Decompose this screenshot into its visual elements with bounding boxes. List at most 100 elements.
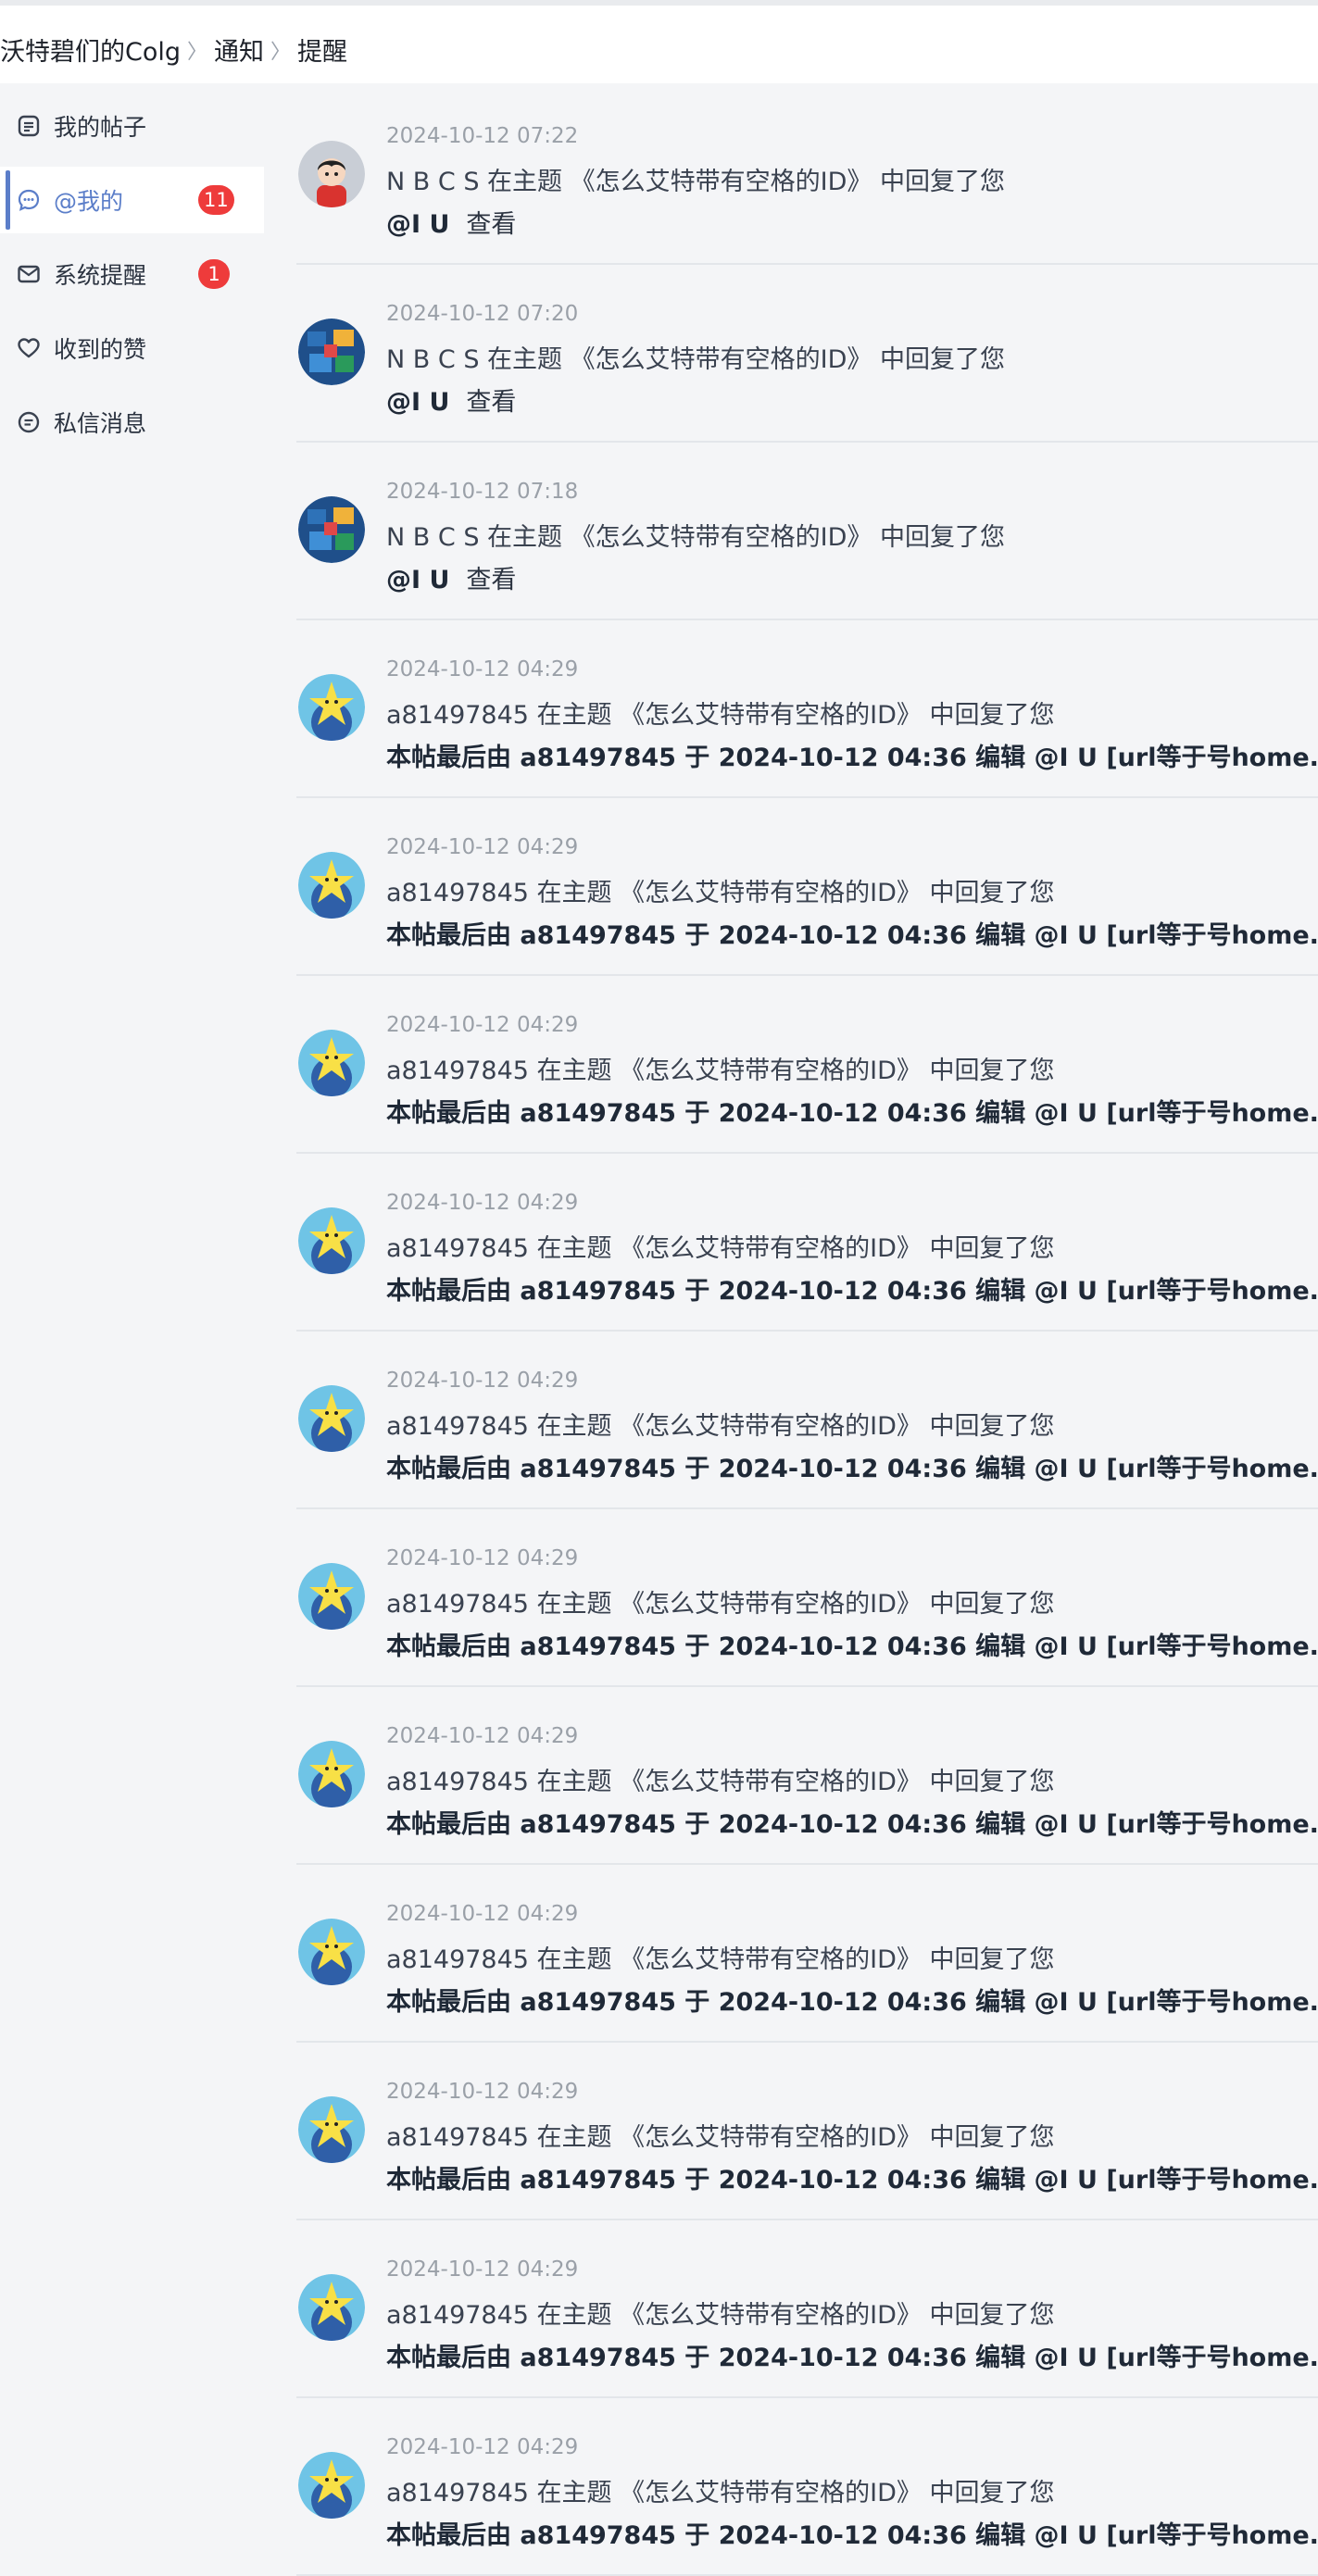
- notification-time: 2024-10-12 04:29: [386, 2080, 579, 2104]
- user-avatar[interactable]: [298, 674, 365, 741]
- notification-text[interactable]: a81497845 在主题 《怎么艾特带有空格的ID》 中回复了您: [386, 1228, 1054, 1264]
- sidebar-item-label: @我的: [54, 188, 124, 215]
- sidebar-item-label: 收到的赞: [54, 336, 147, 363]
- notification-time: 2024-10-12 07:20: [386, 302, 579, 326]
- notification-quote: 本帖最后由 a81497845 于 2024-10-12 04:36 编辑 @I…: [386, 921, 1318, 950]
- notification-item[interactable]: 2024-10-12 04:29 a81497845 在主题 《怎么艾特带有空格…: [296, 1332, 1318, 1509]
- notification-content: 本帖最后由 a81497845 于 2024-10-12 04:36 编辑 @I…: [386, 2337, 1318, 2373]
- notification-time: 2024-10-12 04:29: [386, 1369, 579, 1393]
- unread-count-badge: 11: [198, 185, 234, 215]
- notification-item[interactable]: 2024-10-12 07:20 N B C S 在主题 《怎么艾特带有空格的I…: [296, 265, 1318, 443]
- user-avatar[interactable]: [298, 1741, 365, 1807]
- notification-time: 2024-10-12 04:29: [386, 1191, 579, 1215]
- user-avatar[interactable]: [298, 1385, 365, 1452]
- sidebar-item-label: 我的帖子: [54, 114, 147, 141]
- notification-item[interactable]: 2024-10-12 07:22 N B C S 在主题 《怎么艾特带有空格的I…: [296, 87, 1318, 265]
- notification-item[interactable]: 2024-10-12 04:29 a81497845 在主题 《怎么艾特带有空格…: [296, 1509, 1318, 1687]
- message-icon: [18, 411, 40, 433]
- notification-quote: 本帖最后由 a81497845 于 2024-10-12 04:36 编辑 @I…: [386, 1810, 1318, 1839]
- notification-content: @I U 查看: [386, 204, 516, 240]
- sidebar-item-label: 私信消息: [54, 410, 147, 437]
- sidebar-item-system-notices[interactable]: 系统提醒 1: [0, 241, 264, 307]
- notification-item[interactable]: 2024-10-12 04:29 a81497845 在主题 《怎么艾特带有空格…: [296, 1687, 1318, 1865]
- user-avatar[interactable]: [298, 2274, 365, 2341]
- notification-item[interactable]: 2024-10-12 04:29 a81497845 在主题 《怎么艾特带有空格…: [296, 1154, 1318, 1332]
- notification-content: 本帖最后由 a81497845 于 2024-10-12 04:36 编辑 @I…: [386, 1626, 1318, 1662]
- notification-item[interactable]: 2024-10-12 04:29 a81497845 在主题 《怎么艾特带有空格…: [296, 620, 1318, 798]
- notification-quote: 本帖最后由 a81497845 于 2024-10-12 04:36 编辑 @I…: [386, 1455, 1318, 1483]
- notification-text[interactable]: N B C S 在主题 《怎么艾特带有空格的ID》 中回复了您: [386, 517, 1005, 553]
- notification-quote: @I U: [386, 388, 450, 417]
- user-avatar[interactable]: [298, 852, 365, 919]
- notification-quote: 本帖最后由 a81497845 于 2024-10-12 04:36 编辑 @I…: [386, 2344, 1318, 2372]
- notification-text[interactable]: a81497845 在主题 《怎么艾特带有空格的ID》 中回复了您: [386, 2117, 1054, 2153]
- notification-text[interactable]: N B C S 在主题 《怎么艾特带有空格的ID》 中回复了您: [386, 161, 1005, 197]
- notification-item[interactable]: 2024-10-12 04:29 a81497845 在主题 《怎么艾特带有空格…: [296, 798, 1318, 976]
- notification-time: 2024-10-12 04:29: [386, 1902, 579, 1926]
- notification-content: 本帖最后由 a81497845 于 2024-10-12 04:36 编辑 @I…: [386, 1270, 1318, 1307]
- notification-item[interactable]: 2024-10-12 04:29 a81497845 在主题 《怎么艾特带有空格…: [296, 1865, 1318, 2043]
- notification-text[interactable]: a81497845 在主题 《怎么艾特带有空格的ID》 中回复了您: [386, 1050, 1054, 1086]
- notification-quote: @I U: [386, 566, 450, 594]
- notification-text[interactable]: a81497845 在主题 《怎么艾特带有空格的ID》 中回复了您: [386, 1761, 1054, 1797]
- notification-quote: 本帖最后由 a81497845 于 2024-10-12 04:36 编辑 @I…: [386, 2521, 1318, 2550]
- notification-content: 本帖最后由 a81497845 于 2024-10-12 04:36 编辑 @I…: [386, 1804, 1318, 1840]
- user-avatar[interactable]: [298, 2096, 365, 2163]
- user-avatar[interactable]: [298, 2452, 365, 2519]
- sidebar-item-label: 系统提醒: [54, 262, 147, 289]
- breadcrumb: 沃特碧们的Colg 〉 通知 〉 提醒: [0, 31, 347, 68]
- document-icon: [18, 115, 40, 137]
- notification-text[interactable]: a81497845 在主题 《怎么艾特带有空格的ID》 中回复了您: [386, 872, 1054, 908]
- notification-item[interactable]: 2024-10-12 07:18 N B C S 在主题 《怎么艾特带有空格的I…: [296, 443, 1318, 620]
- notification-quote: 本帖最后由 a81497845 于 2024-10-12 04:36 编辑 @I…: [386, 2166, 1318, 2195]
- notification-time: 2024-10-12 04:29: [386, 1013, 579, 1037]
- user-avatar[interactable]: [298, 319, 365, 385]
- at-chat-icon: [18, 189, 40, 211]
- notification-item[interactable]: 2024-10-12 04:29 a81497845 在主题 《怎么艾特带有空格…: [296, 2043, 1318, 2220]
- breadcrumb-forum-link[interactable]: 沃特碧们的Colg: [0, 31, 181, 68]
- notification-quote: 本帖最后由 a81497845 于 2024-10-12 04:36 编辑 @I…: [386, 1988, 1318, 2017]
- notification-quote: 本帖最后由 a81497845 于 2024-10-12 04:36 编辑 @I…: [386, 1632, 1318, 1661]
- user-avatar[interactable]: [298, 496, 365, 563]
- breadcrumb-section-link[interactable]: 通知: [214, 31, 264, 68]
- sidebar-item-at-me[interactable]: @我的 11: [0, 167, 264, 233]
- notification-quote: 本帖最后由 a81497845 于 2024-10-12 04:36 编辑 @I…: [386, 1277, 1318, 1306]
- notification-content: 本帖最后由 a81497845 于 2024-10-12 04:36 编辑 @I…: [386, 2515, 1318, 2551]
- notification-item[interactable]: 2024-10-12 04:29 a81497845 在主题 《怎么艾特带有空格…: [296, 976, 1318, 1154]
- view-link[interactable]: 查看: [466, 388, 516, 417]
- unread-count-badge: 1: [198, 259, 230, 289]
- notification-text[interactable]: a81497845 在主题 《怎么艾特带有空格的ID》 中回复了您: [386, 1583, 1054, 1619]
- notification-text[interactable]: a81497845 在主题 《怎么艾特带有空格的ID》 中回复了您: [386, 1939, 1054, 1975]
- notification-time: 2024-10-12 04:29: [386, 2257, 579, 2282]
- notification-content: 本帖最后由 a81497845 于 2024-10-12 04:36 编辑 @I…: [386, 915, 1318, 951]
- user-avatar[interactable]: [298, 1563, 365, 1630]
- notification-list: 2024-10-12 07:22 N B C S 在主题 《怎么艾特带有空格的I…: [296, 87, 1318, 2576]
- notification-time: 2024-10-12 04:29: [386, 2435, 579, 2459]
- view-link[interactable]: 查看: [466, 210, 516, 239]
- notification-content: 本帖最后由 a81497845 于 2024-10-12 04:36 编辑 @I…: [386, 2159, 1318, 2195]
- notification-content: @I U 查看: [386, 559, 516, 595]
- notification-item[interactable]: 2024-10-12 04:29 a81497845 在主题 《怎么艾特带有空格…: [296, 2398, 1318, 2576]
- notification-time: 2024-10-12 04:29: [386, 835, 579, 859]
- notification-text[interactable]: a81497845 在主题 《怎么艾特带有空格的ID》 中回复了您: [386, 2295, 1054, 2331]
- view-link[interactable]: 查看: [466, 566, 516, 594]
- notification-text[interactable]: a81497845 在主题 《怎么艾特带有空格的ID》 中回复了您: [386, 1406, 1054, 1442]
- sidebar: 我的帖子 @我的 11 系统提醒 1 收到的赞 私信消息: [0, 87, 264, 476]
- notification-content: 本帖最后由 a81497845 于 2024-10-12 04:36 编辑 @I…: [386, 1448, 1318, 1484]
- notification-content: 本帖最后由 a81497845 于 2024-10-12 04:36 编辑 @I…: [386, 737, 1318, 773]
- chevron-right-icon: 〉: [270, 40, 292, 64]
- notification-time: 2024-10-12 04:29: [386, 1724, 579, 1748]
- sidebar-item-likes[interactable]: 收到的赞: [0, 315, 264, 381]
- user-avatar[interactable]: [298, 141, 365, 207]
- user-avatar[interactable]: [298, 1030, 365, 1096]
- user-avatar[interactable]: [298, 1207, 365, 1274]
- sidebar-item-private-messages[interactable]: 私信消息: [0, 389, 264, 456]
- user-avatar[interactable]: [298, 1919, 365, 1985]
- heart-icon: [18, 338, 40, 358]
- top-bar: 沃特碧们的Colg 〉 通知 〉 提醒: [0, 0, 1318, 83]
- notification-text[interactable]: a81497845 在主题 《怎么艾特带有空格的ID》 中回复了您: [386, 694, 1054, 731]
- notification-text[interactable]: a81497845 在主题 《怎么艾特带有空格的ID》 中回复了您: [386, 2472, 1054, 2508]
- notification-text[interactable]: N B C S 在主题 《怎么艾特带有空格的ID》 中回复了您: [386, 339, 1005, 375]
- sidebar-item-my-posts[interactable]: 我的帖子: [0, 93, 264, 159]
- notification-item[interactable]: 2024-10-12 04:29 a81497845 在主题 《怎么艾特带有空格…: [296, 2220, 1318, 2398]
